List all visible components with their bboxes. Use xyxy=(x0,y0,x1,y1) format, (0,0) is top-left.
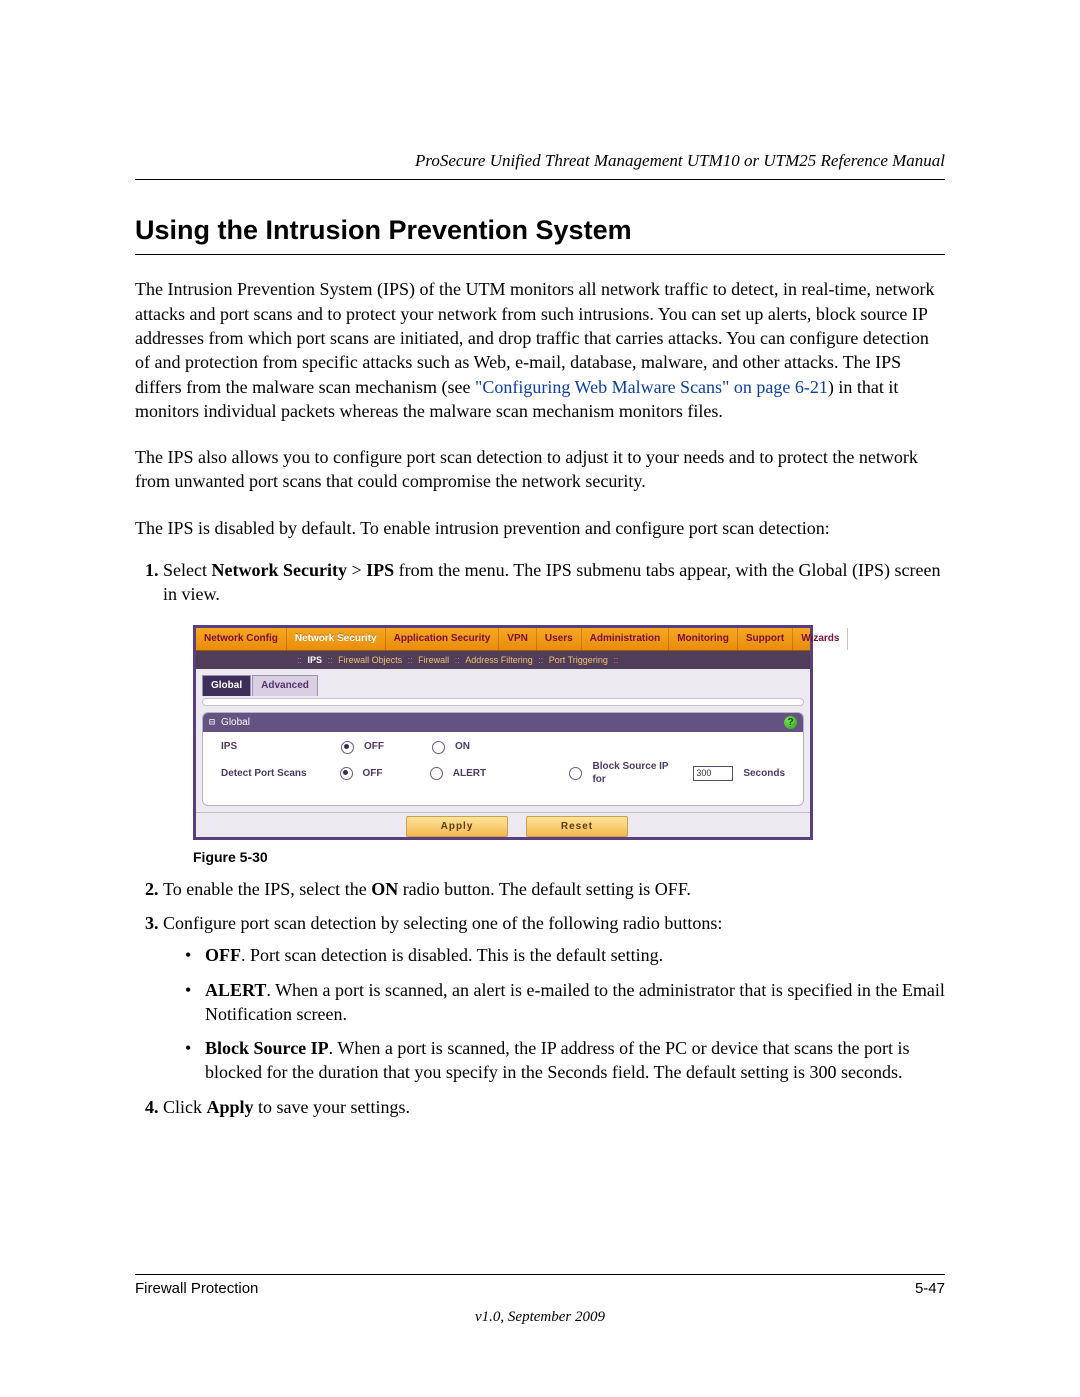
footer-rule xyxy=(135,1274,945,1275)
option-alert: ALERT xyxy=(453,767,510,781)
footer-version: v1.0, September 2009 xyxy=(135,1307,945,1327)
radio-dps-off[interactable] xyxy=(340,767,353,780)
option-on: ON xyxy=(455,740,513,754)
page-footer: Firewall Protection 5-47 v1.0, September… xyxy=(135,1274,945,1328)
sep-icon: :: xyxy=(537,655,544,665)
cross-ref-link[interactable]: "Configuring Web Malware Scans" on page … xyxy=(475,377,828,397)
help-icon[interactable]: ? xyxy=(784,716,797,729)
subtab-address-filtering[interactable]: Address Filtering xyxy=(463,655,535,665)
seconds-label: Seconds xyxy=(743,767,785,781)
utm-main-tabs: Network Config Network Security Applicat… xyxy=(196,628,810,652)
row-ips: IPS OFF ON xyxy=(221,740,785,754)
sep-icon: :: xyxy=(327,655,334,665)
panel-rows: IPS OFF ON Detect Port Scans OFF xyxy=(203,732,803,795)
seconds-input[interactable] xyxy=(693,766,733,781)
intro-paragraph-3: The IPS is disabled by default. To enabl… xyxy=(135,516,945,540)
step-4: Click Apply to save your settings. xyxy=(163,1095,945,1119)
text: Configure port scan detection by selecti… xyxy=(163,913,722,933)
collapse-icon[interactable]: ⊟ xyxy=(209,717,221,728)
utm-body: Global Advanced ⊟ Global ? xyxy=(196,669,810,806)
radio-dps-block[interactable] xyxy=(569,767,582,780)
section-heading: Using the Intrusion Prevention System xyxy=(135,212,945,248)
tab-users[interactable]: Users xyxy=(537,628,582,651)
step-3: Configure port scan detection by selecti… xyxy=(163,911,945,1085)
row-detect-port-scans: Detect Port Scans OFF ALERT Block Source… xyxy=(221,760,785,787)
sep-icon: :: xyxy=(454,655,461,665)
subtab-firewall[interactable]: Firewall xyxy=(416,655,451,665)
running-header: ProSecure Unified Threat Management UTM1… xyxy=(135,150,945,173)
row-label: IPS xyxy=(221,740,331,754)
bold-apply: Apply xyxy=(207,1097,254,1117)
bullet-alert: ALERT. When a port is scanned, an alert … xyxy=(185,978,945,1027)
text: Click xyxy=(163,1097,207,1117)
menu-path-part: IPS xyxy=(366,560,394,580)
bold-on: ON xyxy=(371,879,398,899)
text: . When a port is scanned, an alert is e-… xyxy=(205,980,945,1024)
innertab-global[interactable]: Global xyxy=(202,675,251,696)
figure-screenshot: Network Config Network Security Applicat… xyxy=(193,625,945,840)
text: to save your settings. xyxy=(254,1097,410,1117)
panel-title: ⊟ Global xyxy=(209,716,250,730)
bold: Block Source IP xyxy=(205,1038,329,1058)
intro-paragraph-2: The IPS also allows you to configure por… xyxy=(135,445,945,494)
utm-inner-tabs: Global Advanced xyxy=(202,675,804,696)
intro-paragraph-1: The Intrusion Prevention System (IPS) of… xyxy=(135,277,945,423)
text: To enable the IPS, select the xyxy=(163,879,371,899)
step-2: To enable the IPS, select the ON radio b… xyxy=(163,877,945,901)
tab-administration[interactable]: Administration xyxy=(582,628,670,651)
utm-window: Network Config Network Security Applicat… xyxy=(193,625,813,840)
footer-section-name: Firewall Protection xyxy=(135,1279,258,1299)
step-3-bullets: OFF. Port scan detection is disabled. Th… xyxy=(185,943,945,1084)
sep-icon: :: xyxy=(296,655,303,665)
footer-line-1: Firewall Protection 5-47 xyxy=(135,1279,945,1299)
innertab-advanced[interactable]: Advanced xyxy=(252,675,318,696)
manual-page: ProSecure Unified Threat Management UTM1… xyxy=(0,0,1080,1397)
subtab-port-triggering[interactable]: Port Triggering xyxy=(547,655,610,665)
radio-dps-alert[interactable] xyxy=(430,767,443,780)
utm-action-bar: Apply Reset xyxy=(196,812,810,837)
footer-page-number: 5-47 xyxy=(915,1279,945,1299)
heading-rule xyxy=(135,254,945,255)
steps-list: Select Network Security > IPS from the m… xyxy=(135,558,945,1119)
global-panel: ⊟ Global ? IPS OFF ON xyxy=(202,712,804,806)
tab-wizards[interactable]: Wizards xyxy=(793,628,848,651)
option-off: OFF xyxy=(363,767,420,781)
radio-ips-on[interactable] xyxy=(432,741,445,754)
tab-monitoring[interactable]: Monitoring xyxy=(669,628,738,651)
tab-support[interactable]: Support xyxy=(738,628,793,651)
utm-sub-tabs: :: IPS :: Firewall Objects :: Firewall :… xyxy=(196,651,810,669)
tab-network-security[interactable]: Network Security xyxy=(287,628,386,651)
subtab-firewall-objects[interactable]: Firewall Objects xyxy=(336,655,404,665)
radio-ips-off[interactable] xyxy=(341,741,354,754)
text: Select xyxy=(163,560,211,580)
step-1: Select Network Security > IPS from the m… xyxy=(163,558,945,867)
tab-network-config[interactable]: Network Config xyxy=(196,628,287,651)
sep-icon: :: xyxy=(612,655,619,665)
option-off: OFF xyxy=(364,740,422,754)
bold: ALERT xyxy=(205,980,266,1000)
tab-vpn[interactable]: VPN xyxy=(499,628,537,651)
text: . Port scan detection is disabled. This … xyxy=(241,945,663,965)
row-label: Detect Port Scans xyxy=(221,767,330,781)
menu-sep: > xyxy=(347,560,366,580)
header-rule xyxy=(135,179,945,180)
tab-application-security[interactable]: Application Security xyxy=(386,628,500,651)
panel-title-text: Global xyxy=(221,717,250,728)
bold: OFF xyxy=(205,945,241,965)
text: radio button. The default setting is OFF… xyxy=(398,879,691,899)
utm-separator xyxy=(202,698,804,706)
option-block-source-ip: Block Source IP for xyxy=(592,760,683,787)
panel-header: ⊟ Global ? xyxy=(203,713,803,733)
reset-button[interactable]: Reset xyxy=(526,816,628,838)
menu-path-part: Network Security xyxy=(211,560,346,580)
subtab-ips[interactable]: IPS xyxy=(306,655,325,665)
bullet-off: OFF. Port scan detection is disabled. Th… xyxy=(185,943,945,967)
figure-caption: Figure 5-30 xyxy=(193,848,945,867)
sep-icon: :: xyxy=(407,655,414,665)
bullet-block: Block Source IP. When a port is scanned,… xyxy=(185,1036,945,1085)
apply-button[interactable]: Apply xyxy=(406,816,508,838)
